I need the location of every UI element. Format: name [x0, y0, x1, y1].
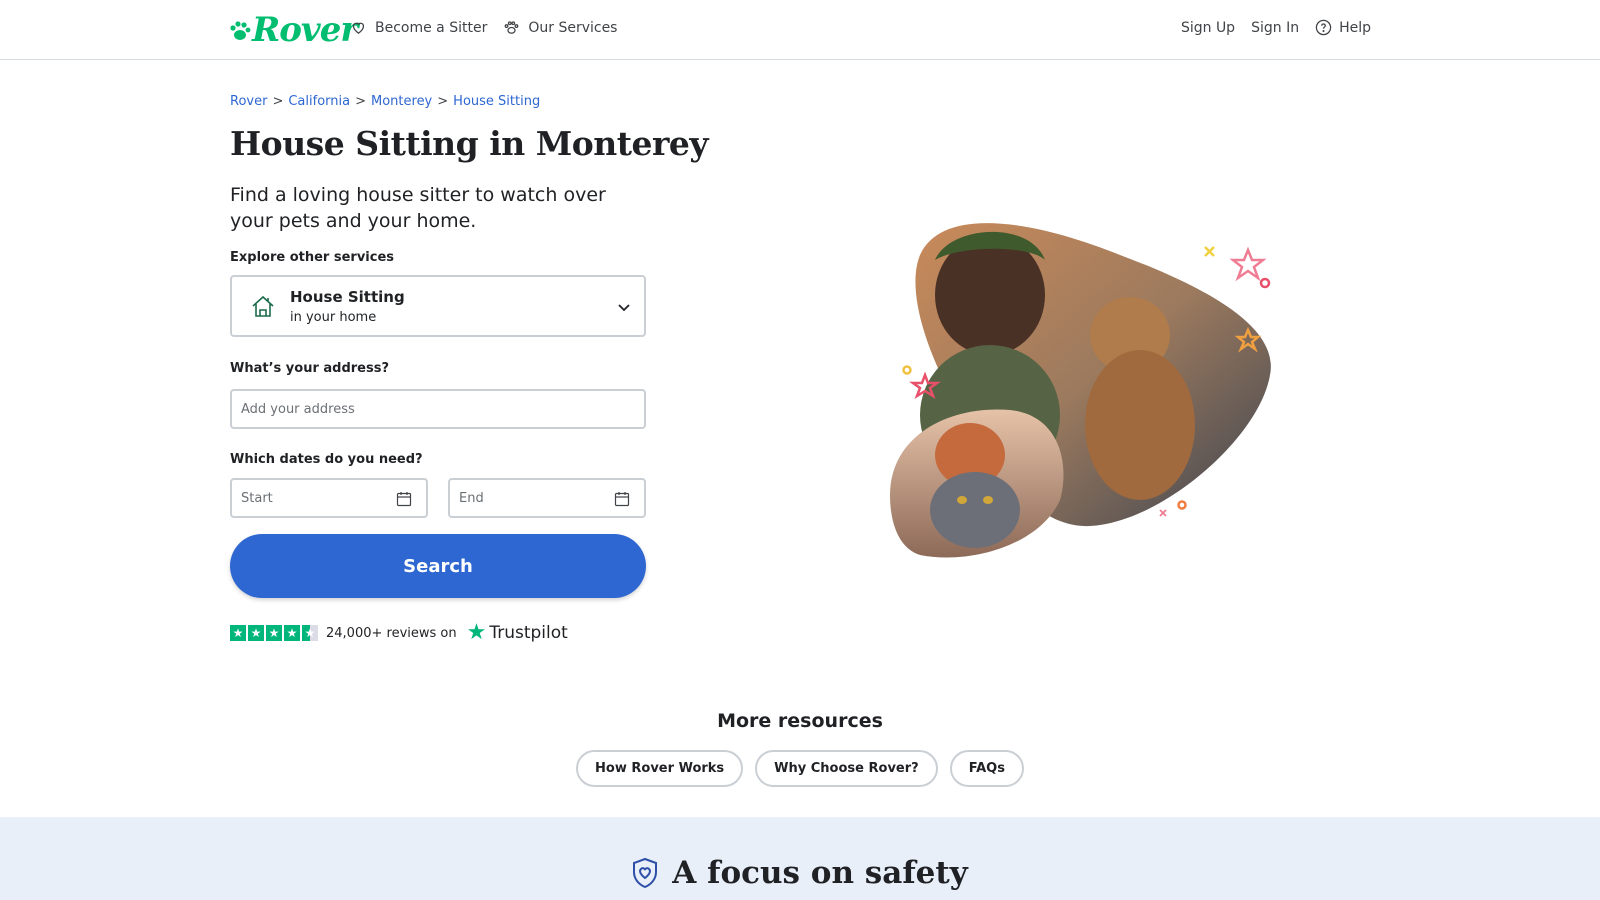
end-date-input[interactable]: End	[448, 478, 646, 518]
help-link[interactable]: Help	[1315, 19, 1371, 36]
sign-in-link[interactable]: Sign In	[1251, 20, 1299, 36]
rating-stars: ★ ★ ★ ★ ★	[230, 625, 318, 641]
breadcrumb-monterey[interactable]: Monterey	[371, 94, 432, 109]
become-sitter-label: Become a Sitter	[375, 19, 488, 36]
become-sitter-link[interactable]: Become a Sitter	[350, 19, 487, 36]
breadcrumb-house-sitting[interactable]: House Sitting	[453, 94, 540, 109]
house-icon	[252, 295, 274, 317]
breadcrumb-separator: >	[355, 94, 366, 109]
calendar-icon[interactable]	[396, 491, 412, 507]
resource-links: How Rover Works Why Choose Rover? FAQs	[0, 750, 1600, 787]
end-date-placeholder: End	[459, 490, 484, 506]
trustpilot-rating[interactable]: ★ ★ ★ ★ ★ 24,000+ reviews on ★ Trustpilo…	[230, 622, 568, 644]
address-label: What’s your address?	[230, 361, 390, 376]
trustpilot-star-icon: ★	[466, 620, 487, 645]
star-icon: ★	[248, 625, 264, 641]
logo-wordmark: Rover	[252, 10, 358, 50]
calendar-icon[interactable]	[614, 491, 630, 507]
reviews-count: 24,000+ reviews on	[326, 625, 457, 641]
help-label: Help	[1339, 19, 1371, 36]
search-button[interactable]: Search	[230, 534, 646, 598]
more-resources-heading: More resources	[717, 710, 883, 732]
breadcrumb-rover[interactable]: Rover	[230, 94, 267, 109]
help-icon	[1315, 19, 1332, 36]
safety-heading: A focus on safety	[0, 855, 1600, 891]
service-description: in your home	[290, 309, 377, 325]
service-name: House Sitting	[290, 287, 405, 306]
explore-services-label: Explore other services	[230, 250, 395, 265]
trustpilot-wordmark: Trustpilot	[489, 623, 568, 643]
primary-nav: Become a Sitter Our Services	[350, 19, 617, 36]
breadcrumb-separator: >	[272, 94, 284, 109]
breadcrumb: Rover > California > Monterey > House Si…	[230, 94, 540, 109]
dates-label: Which dates do you need?	[230, 452, 423, 467]
sign-up-link[interactable]: Sign Up	[1181, 20, 1235, 36]
hero-photo-collage	[890, 223, 1271, 558]
paw-logo-icon	[230, 21, 251, 40]
chevron-down-icon	[618, 304, 630, 312]
trustpilot-logo: ★ Trustpilot	[467, 622, 568, 644]
start-date-placeholder: Start	[241, 490, 273, 506]
paw-icon	[504, 21, 519, 34]
service-dropdown[interactable]: House Sitting in your home	[230, 275, 646, 337]
faqs-button[interactable]: FAQs	[949, 750, 1024, 787]
our-services-link[interactable]: Our Services	[503, 19, 617, 36]
site-header: Rover Become a Sitter Our Services Sign …	[0, 0, 1600, 60]
shield-heart-icon	[633, 857, 658, 889]
heart-icon	[352, 22, 365, 34]
address-input[interactable]: Add your address	[230, 389, 646, 429]
why-choose-rover-button[interactable]: Why Choose Rover?	[755, 750, 938, 787]
half-star-icon: ★	[302, 625, 318, 641]
rover-logo[interactable]: Rover	[229, 10, 358, 50]
page-subtitle: Find a loving house sitter to watch over…	[230, 184, 606, 232]
page-title: House Sitting in Monterey	[230, 124, 709, 163]
how-rover-works-button[interactable]: How Rover Works	[576, 750, 744, 787]
breadcrumb-california[interactable]: California	[288, 94, 350, 109]
star-icon: ★	[230, 625, 246, 641]
star-icon: ★	[266, 625, 282, 641]
safety-title: A focus on safety	[672, 855, 968, 891]
start-date-input[interactable]: Start	[230, 478, 428, 518]
account-nav: Sign Up Sign In Help	[1181, 19, 1371, 36]
address-placeholder: Add your address	[241, 401, 355, 417]
our-services-label: Our Services	[528, 19, 618, 36]
breadcrumb-separator: >	[437, 94, 449, 109]
star-icon: ★	[284, 625, 300, 641]
